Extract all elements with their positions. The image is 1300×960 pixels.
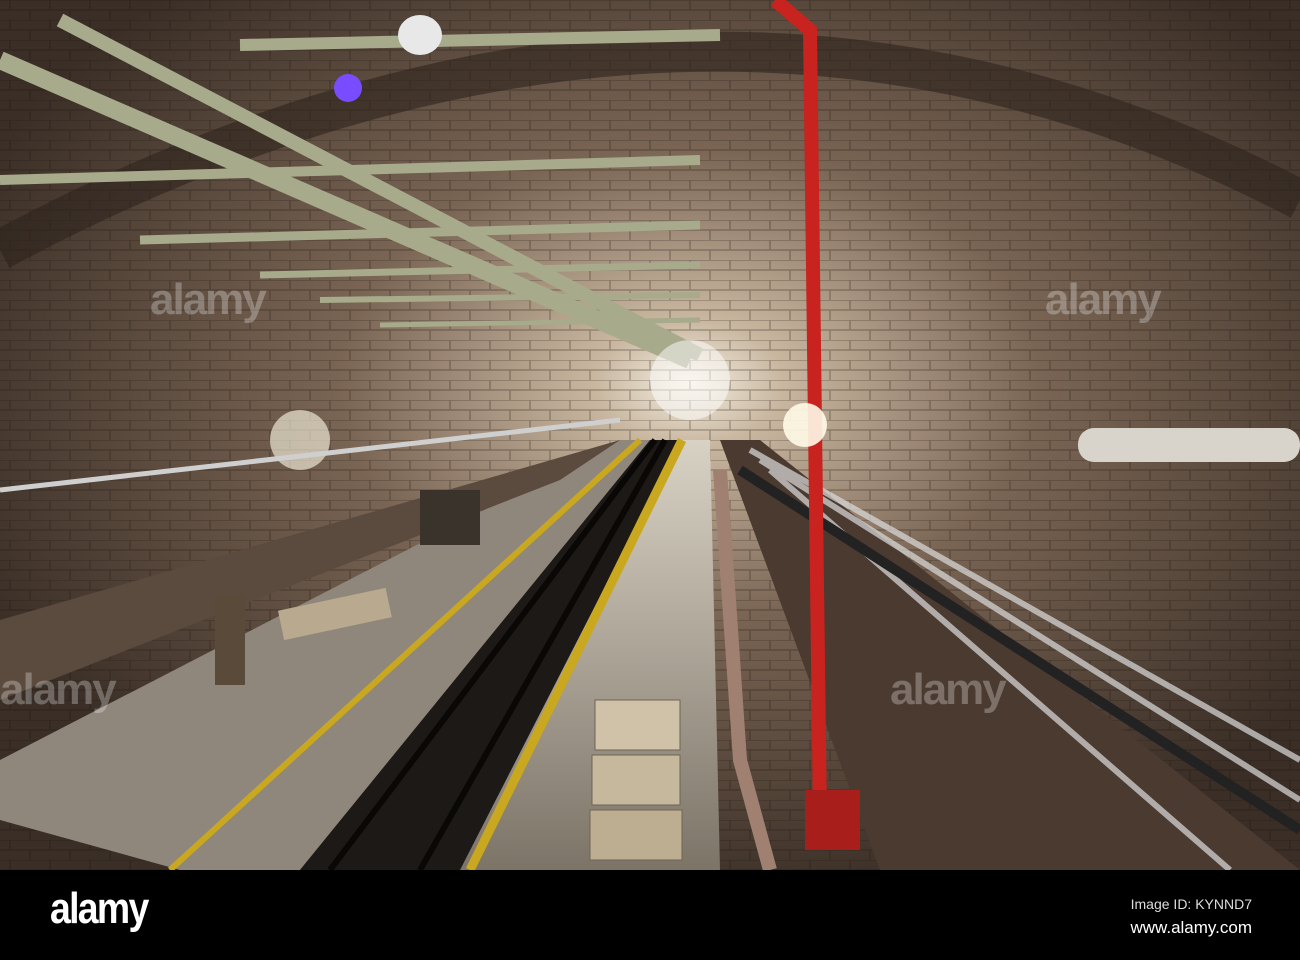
footer-bar: alamy Image ID: KYNND7 www.alamy.com (0, 870, 1300, 960)
tunnel-photo (0, 0, 1300, 870)
overhead-pipe (1078, 428, 1300, 462)
image-id: Image ID: KYNND7 (1130, 896, 1252, 912)
website-link: www.alamy.com (1130, 918, 1252, 937)
alamy-logo: alamy (50, 884, 149, 933)
